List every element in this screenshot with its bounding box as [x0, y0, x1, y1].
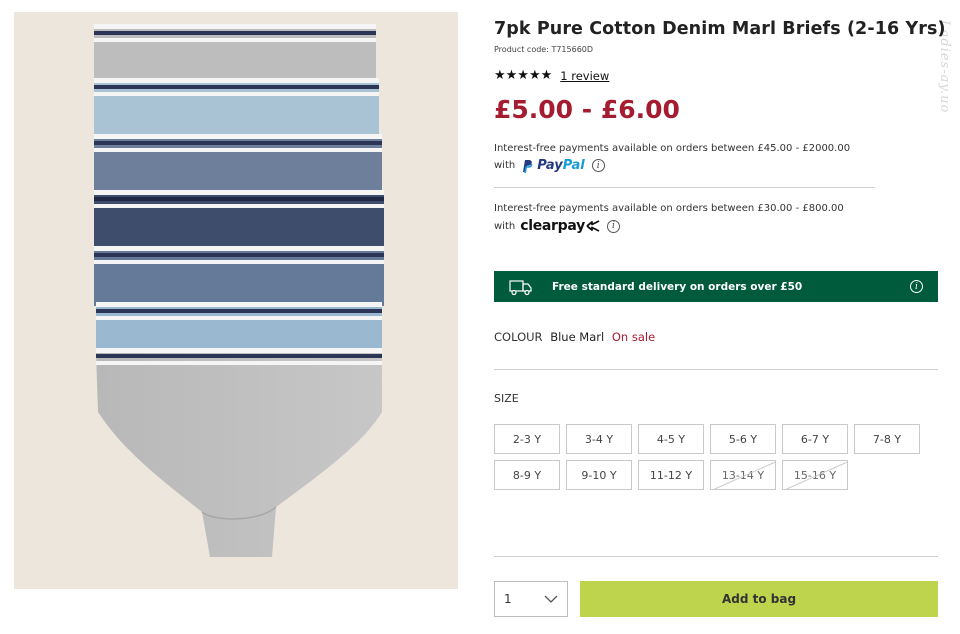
colour-row: COLOUR Blue Marl On sale [494, 330, 655, 344]
clearpay-info-icon[interactable]: i [606, 219, 620, 233]
divider [494, 369, 938, 370]
paypal-brand-pal: Pal [562, 158, 585, 173]
paypal-terms: Interest-free payments available on orde… [494, 143, 851, 154]
colour-label: COLOUR [494, 330, 543, 344]
divider [494, 556, 938, 557]
chevron-down-icon [544, 595, 558, 603]
clearpay-logo[interactable]: clearpay [520, 218, 600, 234]
add-to-bag-button[interactable]: Add to bag [580, 581, 938, 617]
paypal-logo[interactable]: Pay Pal [521, 158, 585, 173]
delivery-info-icon[interactable]: i [910, 280, 923, 293]
size-option[interactable]: 15-16 Y [782, 460, 848, 490]
size-option[interactable]: 6-7 Y [782, 424, 848, 454]
clearpay-arrow-icon [586, 220, 600, 232]
paypal-p-icon [523, 159, 533, 173]
product-image[interactable] [14, 12, 458, 589]
rating: ★★★★★ 1 review [494, 68, 609, 83]
colour-value: Blue Marl [550, 330, 605, 344]
size-option[interactable]: 11-12 Y [638, 460, 704, 490]
clearpay-terms: Interest-free payments available on orde… [494, 203, 844, 214]
size-option[interactable]: 13-14 Y [710, 460, 776, 490]
delivery-banner: Free standard delivery on orders over £5… [494, 271, 938, 302]
quantity-select[interactable]: 1 [494, 581, 568, 617]
size-option[interactable]: 3-4 Y [566, 424, 632, 454]
price: £5.00 - £6.00 [494, 95, 680, 124]
size-option[interactable]: 8-9 Y [494, 460, 560, 490]
truck-icon [509, 279, 532, 295]
clearpay-row: with clearpay i [494, 218, 620, 234]
product-title: 7pk Pure Cotton Denim Marl Briefs (2-16 … [494, 19, 946, 39]
paypal-with-label: with [494, 160, 516, 171]
delivery-text: Free standard delivery on orders over £5… [552, 280, 803, 293]
size-option[interactable]: 5-6 Y [710, 424, 776, 454]
rating-stars-icon: ★★★★★ [494, 68, 553, 83]
size-option[interactable]: 7-8 Y [854, 424, 920, 454]
clearpay-brand: clearpay [520, 218, 585, 234]
size-option[interactable]: 9-10 Y [566, 460, 632, 490]
sale-badge: On sale [611, 330, 656, 344]
size-option[interactable]: 2-3 Y [494, 424, 560, 454]
paypal-brand-pay: Pay [537, 158, 563, 173]
size-label: SIZE [494, 392, 519, 405]
size-option[interactable]: 4-5 Y [638, 424, 704, 454]
paypal-row: with Pay Pal i [494, 158, 605, 173]
product-code: Product code: T715660D [494, 45, 594, 54]
briefs-photo [94, 24, 384, 557]
paypal-info-icon[interactable]: i [591, 159, 605, 172]
clearpay-with-label: with [494, 220, 516, 232]
review-link[interactable]: 1 review [560, 69, 609, 83]
divider [494, 187, 875, 188]
quantity-value: 1 [504, 592, 512, 606]
